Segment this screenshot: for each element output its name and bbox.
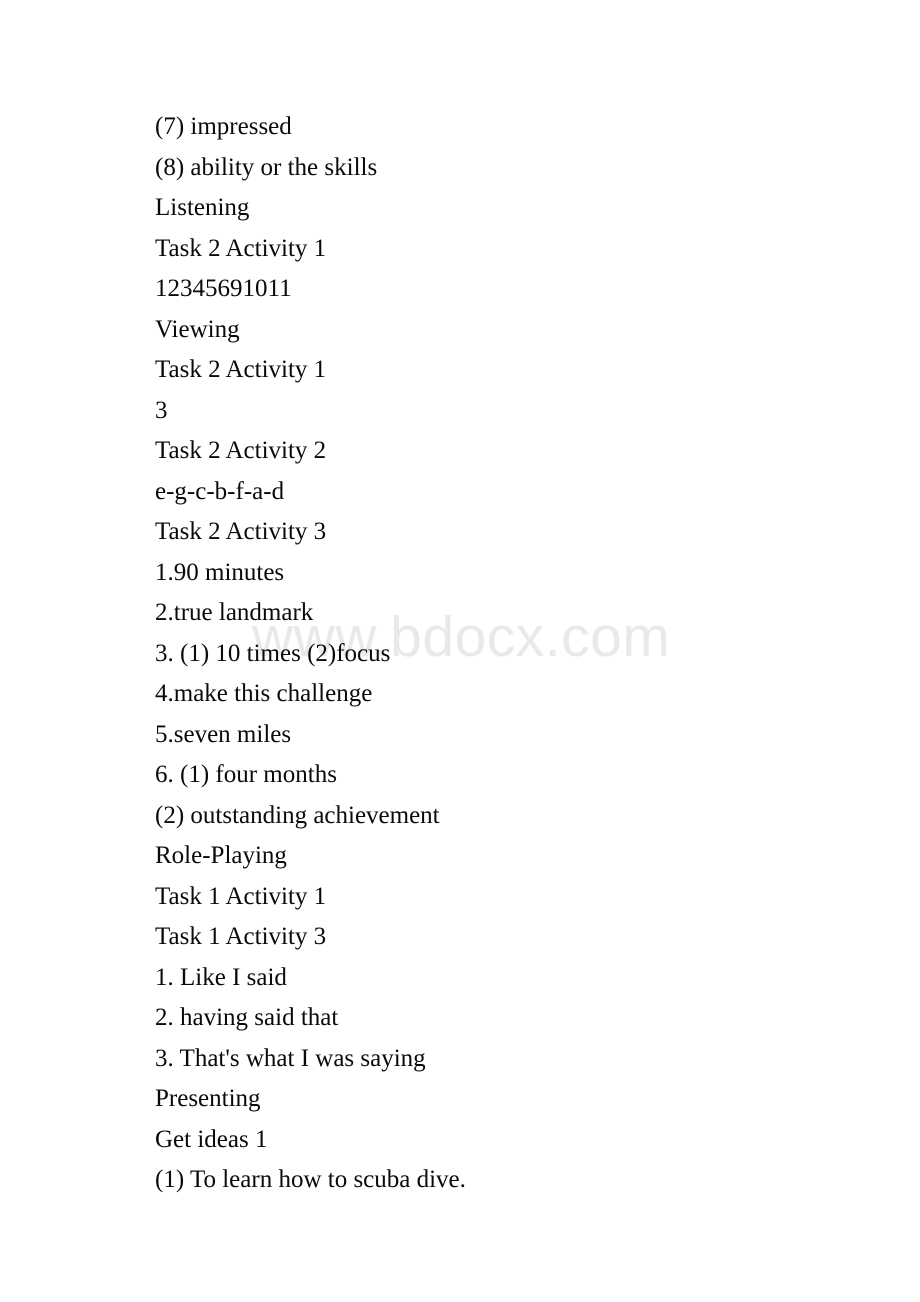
- text-line: (1) To learn how to scuba dive.: [155, 1166, 466, 1193]
- text-line: 2. having said that: [155, 1004, 339, 1031]
- text-line: (7) impressed: [155, 113, 292, 140]
- text-line: Task 1 Activity 3: [155, 923, 327, 950]
- text-line: Task 2 Activity 2: [155, 437, 327, 464]
- text-line: (8) ability or the skills: [155, 153, 378, 181]
- text-line: 12345691011: [155, 275, 292, 302]
- text-line: 3: [155, 396, 168, 424]
- text-line: (2) outstanding achievement: [155, 801, 440, 829]
- text-line: 1. Like I said: [155, 963, 287, 991]
- text-line: Presenting: [155, 1085, 261, 1112]
- document-text-body: (7) impressed (8) ability or the skills …: [155, 107, 855, 1201]
- text-line: Role-Playing: [155, 842, 287, 869]
- text-line: Task 2 Activity 1: [155, 356, 327, 383]
- text-line: Task 1 Activity 1: [155, 882, 327, 910]
- text-line: Get ideas 1: [155, 1125, 268, 1153]
- text-line: 3. That's what I was saying: [155, 1044, 426, 1072]
- text-line: 2.true landmark: [155, 599, 314, 626]
- document-page: www.bdocx.com (7) impressed (8) ability …: [0, 0, 920, 1302]
- text-line: e-g-c-b-f-a-d: [155, 477, 285, 505]
- text-line: 1.90 minutes: [155, 558, 285, 586]
- text-line: 4.make this challenge: [155, 680, 373, 707]
- text-line: 5.seven miles: [155, 720, 292, 748]
- text-line: 3. (1) 10 times (2)focus: [155, 639, 391, 667]
- text-line: Listening: [155, 194, 250, 221]
- text-line: Task 2 Activity 1: [155, 234, 327, 262]
- text-line: Viewing: [155, 315, 240, 343]
- text-line: 6. (1) four months: [155, 761, 337, 788]
- text-line: Task 2 Activity 3: [155, 518, 327, 545]
